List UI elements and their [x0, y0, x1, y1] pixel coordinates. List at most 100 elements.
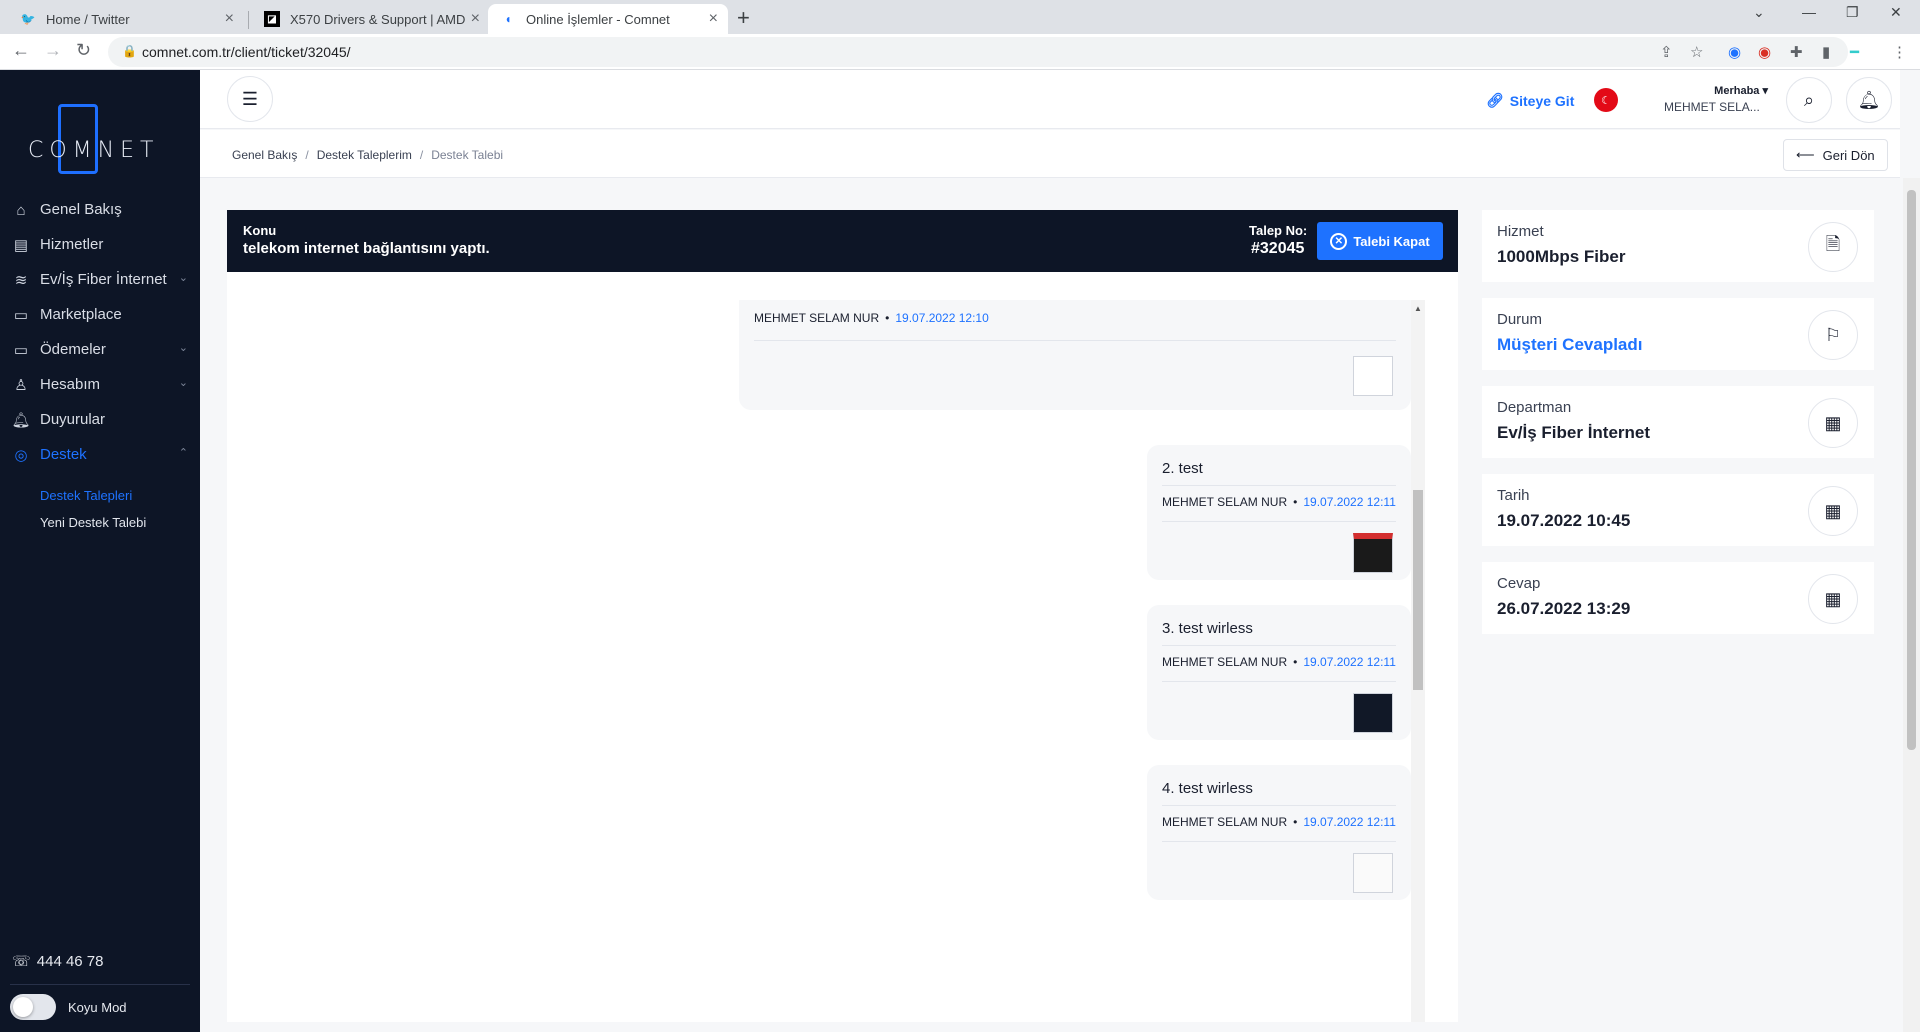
user-greeting[interactable]: Merhaba ▾ — [1658, 84, 1768, 97]
chevron-up-icon: ⌃ — [178, 447, 188, 459]
hamburger-menu-button[interactable]: ☰ — [227, 76, 273, 122]
wifi-icon: ≋ — [14, 272, 28, 289]
extension-icon[interactable]: ◉ — [1728, 43, 1741, 61]
back-button[interactable]: ⟵ Geri Dön — [1783, 139, 1888, 171]
close-icon[interactable]: × — [225, 10, 234, 28]
tab-twitter[interactable]: 🐦 Home / Twitter × — [8, 4, 244, 34]
window-close-icon[interactable]: ✕ — [1890, 4, 1902, 21]
profile-icon[interactable]: ━ — [1850, 43, 1859, 61]
amd-icon: ◪ — [264, 11, 280, 27]
tab-title: Online İşlemler - Comnet — [526, 11, 670, 27]
chevron-down-icon: ⌄ — [178, 342, 188, 354]
tab-search-icon[interactable]: ⌄ — [1753, 4, 1765, 21]
message-title: 4. test wirless — [1162, 780, 1253, 797]
store-icon: ▭ — [13, 307, 29, 324]
tab-amd[interactable]: ◪ X570 Drivers & Support | AMD × — [252, 4, 490, 34]
breadcrumb-bar: Genel Bakış / Destek Taleplerim / Destek… — [200, 130, 1900, 178]
logo[interactable]: COMNET — [14, 88, 153, 178]
ticket-no-label: Talep No: — [1249, 223, 1308, 238]
sidebar-item-odemeler[interactable]: ▭ Ödemeler ⌄ — [0, 332, 200, 367]
home-icon: ⌂ — [16, 201, 26, 219]
breadcrumb-current: Destek Talebi — [431, 148, 504, 162]
breadcrumb-item[interactable]: Genel Bakış — [232, 148, 297, 162]
sidebar-subitem-destek-talepleri[interactable]: Destek Talepleri — [0, 482, 200, 509]
info-label: Hizmet — [1497, 223, 1544, 240]
menu-dots-icon[interactable]: ⋮ — [1892, 43, 1907, 61]
notifications-button[interactable]: 🔔︎ — [1846, 77, 1892, 123]
back-arrow-icon[interactable]: ← — [12, 40, 30, 61]
site-link-label: Siteye Git — [1509, 92, 1575, 109]
info-label: Departman — [1497, 399, 1572, 416]
sidebar-subitem-yeni-destek-talebi[interactable]: Yeni Destek Talebi — [0, 509, 200, 536]
headset-icon: ☏ — [12, 953, 31, 970]
scroll-up-arrow-icon[interactable]: ▲ — [1414, 304, 1422, 313]
tab-comnet[interactable]: ◖ Online İşlemler - Comnet × — [488, 4, 728, 34]
tab-title: X570 Drivers & Support | AMD — [290, 11, 466, 27]
info-value: 26.07.2022 13:29 — [1497, 599, 1631, 618]
attachment-thumbnail[interactable] — [1353, 356, 1393, 396]
list-icon: ▤ — [13, 237, 29, 254]
sidebar-item-label: Ödemeler — [40, 341, 106, 358]
calendar-icon: ▦ — [1808, 486, 1858, 536]
site-link[interactable]: 🔗︎ Siteye Git — [1486, 92, 1574, 109]
message-author: MEHMET SELAM NUR — [1162, 655, 1288, 669]
chevron-down-icon: ⌄ — [178, 377, 188, 389]
link-icon: 🔗︎ — [1486, 92, 1504, 108]
breadcrumb-item[interactable]: Destek Taleplerim — [317, 148, 412, 162]
chevron-down-icon: ⌄ — [178, 272, 188, 284]
reload-icon[interactable]: ↻ — [76, 40, 91, 61]
toggle-switch[interactable] — [10, 994, 56, 1020]
turkey-flag-icon[interactable]: ☾ — [1594, 88, 1618, 112]
extension-icon[interactable]: ◉ — [1758, 43, 1771, 61]
sidebar-item-hesabim[interactable]: ♙ Hesabım ⌄ — [0, 367, 200, 402]
search-button[interactable]: ⌕ — [1786, 77, 1832, 123]
message-scrollbar-thumb[interactable] — [1413, 490, 1423, 690]
message-list[interactable]: MEHMET SELAM NUR • 19.07.2022 12:10 2. tes… — [227, 300, 1411, 1022]
ticket-number: #32045 — [1251, 240, 1305, 257]
user-name[interactable]: MEHMET SELA... — [1664, 100, 1760, 114]
info-card-date: Tarih 19.07.2022 10:45 ▦ — [1482, 474, 1874, 546]
attachment-thumbnail[interactable] — [1353, 693, 1393, 733]
sidebar-item-destek[interactable]: ◎ Destek ⌃ — [0, 437, 200, 472]
close-icon[interactable]: × — [709, 10, 718, 28]
message-time: 19.07.2022 12:10 — [895, 311, 989, 325]
new-tab-icon[interactable]: + — [737, 5, 750, 31]
info-value: 19.07.2022 10:45 — [1497, 511, 1631, 530]
message-title: 3. test wirless — [1162, 620, 1253, 637]
support-phone[interactable]: ☏ 444 46 78 — [12, 952, 104, 971]
page-scrollbar[interactable] — [1903, 178, 1920, 1032]
ticket-header: Konu telekom internet bağlantısını yaptı… — [227, 210, 1458, 272]
sidebar-item-label: Marketplace — [40, 306, 122, 323]
bell-icon: 🔔︎ — [1857, 89, 1881, 110]
info-card-reply: Cevap 26.07.2022 13:29 ▦ — [1482, 562, 1874, 634]
minimize-icon[interactable]: — — [1802, 4, 1816, 20]
star-icon[interactable]: ☆ — [1690, 43, 1703, 61]
close-ticket-button[interactable]: ✕ Talebi Kapat — [1317, 222, 1443, 260]
maximize-icon[interactable]: ❐ — [1846, 4, 1859, 21]
forward-arrow-icon[interactable]: → — [44, 40, 62, 61]
attachment-thumbnail[interactable] — [1353, 533, 1393, 573]
sidebar-item-duyurular[interactable]: 🔔︎ Duyurular — [0, 402, 200, 437]
info-label: Tarih — [1497, 487, 1530, 504]
close-icon[interactable]: × — [471, 10, 480, 28]
sidebar-item-fiber[interactable]: ≋ Ev/İş Fiber İnternet ⌄ — [0, 262, 200, 297]
lifebuoy-icon: ◎ — [14, 447, 28, 464]
address-bar[interactable]: 🔒 comnet.com.tr/client/ticket/32045/ — [108, 37, 1848, 67]
sidebar-item-marketplace[interactable]: ▭ Marketplace — [0, 297, 200, 332]
sidebar-item-label: Ev/İş Fiber İnternet — [40, 271, 167, 288]
sidepanel-icon[interactable]: ▮ — [1822, 43, 1830, 61]
info-value: Müşteri Cevapladı — [1497, 335, 1643, 354]
sidebar-item-hizmetler[interactable]: ▤ Hizmetler — [0, 227, 200, 262]
attachment-thumbnail[interactable] — [1353, 853, 1393, 893]
info-label: Durum — [1497, 311, 1543, 328]
divider — [10, 984, 190, 985]
page-scrollbar-thumb[interactable] — [1907, 190, 1916, 750]
puzzle-icon[interactable]: ✚ — [1790, 43, 1803, 61]
sidebar-item-genel-bakis[interactable]: ⌂ Genel Bakış — [0, 192, 200, 227]
sidebar-item-label: Genel Bakış — [40, 201, 122, 218]
close-circle-icon: ✕ — [1330, 232, 1348, 250]
share-icon[interactable]: ⇪ — [1660, 43, 1673, 61]
message-bubble: 2. test MEHMET SELAM NUR • 19.07.2022 12:1… — [1147, 445, 1411, 580]
dark-mode-toggle[interactable]: Koyu Mod — [10, 994, 127, 1020]
tab-title: Home / Twitter — [46, 11, 130, 27]
